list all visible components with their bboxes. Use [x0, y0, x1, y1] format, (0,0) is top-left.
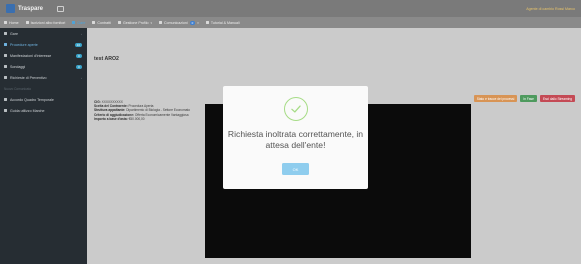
check-circle-icon	[283, 97, 308, 121]
main-navbar: Home Iscrizioni albo fornitori Gare Cont…	[0, 17, 581, 28]
nav-item-label: Iscrizioni albo fornitori	[30, 20, 66, 25]
count-badge: 0	[76, 64, 82, 69]
sidebar-item-procedure-aperte[interactable]: Procedure aperte 10	[0, 39, 87, 50]
gavel-icon	[72, 21, 76, 24]
nav-item-home[interactable]: Home	[4, 21, 19, 25]
ok-button[interactable]: OK	[282, 163, 309, 175]
sidebar-section-header: Nuovo Comunicato	[0, 83, 87, 94]
tender-details: CIG: XXXXXXXXXX Scelta del Contraente: P…	[94, 100, 190, 121]
nav-item-label: Contratti	[97, 20, 111, 25]
chevron-left-icon: ‹	[81, 31, 82, 36]
nav-item-label: Gare	[77, 20, 86, 25]
table-icon	[92, 21, 96, 24]
nav-item-comunicazioni[interactable]: Comunicazioni 0 ▾	[159, 20, 199, 25]
in-fase-button[interactable]: In Fase	[520, 95, 537, 102]
gavel-icon	[4, 32, 7, 35]
sidebar-item-label: Richieste di Preventivo	[10, 75, 47, 80]
count-badge: 10	[74, 42, 82, 47]
nav-item-iscrizioni[interactable]: Iscrizioni albo fornitori	[25, 20, 66, 25]
user-icon	[117, 21, 121, 24]
notification-badge: 0	[189, 20, 196, 25]
chat-icon	[4, 65, 7, 68]
exit-streaming-button[interactable]: Esci dallo Streaming	[539, 95, 575, 102]
video-icon	[205, 21, 209, 24]
detail-line: Importo a base d'asta: €50.000,00	[94, 117, 190, 121]
nav-item-gestione-profilo[interactable]: Gestione Profilo ▾	[117, 20, 153, 25]
info-icon	[4, 109, 7, 112]
inbox-icon	[4, 76, 7, 79]
sidebar-item-gare[interactable]: Gare ‹	[0, 28, 87, 39]
chevron-down-icon: ▾	[150, 20, 153, 25]
detail-value: €50.000,00	[128, 116, 145, 121]
logo-icon	[6, 4, 15, 13]
nav-item-tutorial[interactable]: Tutorial & Manuali	[205, 20, 240, 25]
sidebar-item-richieste-preventivo[interactable]: Richieste di Preventivo ‹	[0, 72, 87, 83]
nav-item-contratti[interactable]: Contratti	[92, 21, 111, 25]
sidebar-item-sondaggi[interactable]: Sondaggi 0	[0, 61, 87, 72]
top-header: Traspare Agente di cambio Rossi Marco	[0, 0, 581, 17]
process-status-button[interactable]: Stato e tracce dei processi	[473, 95, 518, 102]
pencil-icon	[4, 98, 7, 101]
flag-icon	[4, 54, 7, 57]
checkmark-icon	[290, 105, 301, 113]
sidebar-item-label: Gare	[10, 31, 18, 36]
app-name: Traspare	[18, 5, 44, 12]
nav-item-gare[interactable]: Gare	[72, 21, 85, 25]
home-icon	[4, 21, 7, 24]
nav-item-label: Tutorial & Manuali	[210, 20, 240, 25]
action-buttons: Stato e tracce dei processi In Fase Esci…	[473, 95, 575, 102]
success-dialog: Richiesta inoltrata correttamente, in at…	[223, 86, 368, 189]
user-name[interactable]: Agente di cambio Rossi Marco	[526, 7, 575, 11]
chevron-left-icon: ‹	[81, 75, 82, 80]
sidebar-item-label: Manifestazioni d'interesse	[10, 53, 52, 58]
app-logo[interactable]: Traspare	[6, 4, 43, 13]
count-badge: 0	[76, 53, 82, 58]
sidebar-section-label: Nuovo Comunicato	[4, 86, 32, 91]
page-title: test ARO2	[94, 56, 119, 62]
megaphone-icon	[159, 21, 163, 24]
sidebar-item-label: Procedure aperte	[10, 42, 38, 47]
pencil-icon	[25, 21, 29, 24]
detail-label: Importo a base d'asta:	[94, 116, 128, 121]
check-icon	[4, 43, 7, 46]
nav-item-label: Home	[9, 20, 19, 25]
nav-item-label: Gestione Profilo	[122, 20, 149, 25]
chevron-down-icon: ▾	[197, 20, 199, 25]
sidebar-toggle-button[interactable]	[57, 5, 65, 12]
nav-item-label: Comunicazioni	[164, 20, 188, 25]
sidebar-item-guida-marche[interactable]: Guida utilizzo Marche	[0, 105, 87, 116]
sidebar-item-manifestazioni[interactable]: Manifestazioni d'interesse 0	[0, 50, 87, 61]
dialog-message: Richiesta inoltrata correttamente, in at…	[227, 129, 364, 150]
sidebar: Gare ‹ Procedure aperte 10 Manifestazion…	[0, 28, 87, 264]
sidebar-item-label: Sondaggi	[10, 64, 26, 69]
sidebar-item-label: Guida utilizzo Marche	[10, 108, 45, 113]
sidebar-item-label: Accordo Quadro Temporale	[10, 97, 54, 102]
sidebar-item-accordo-quadro[interactable]: Accordo Quadro Temporale	[0, 94, 87, 105]
